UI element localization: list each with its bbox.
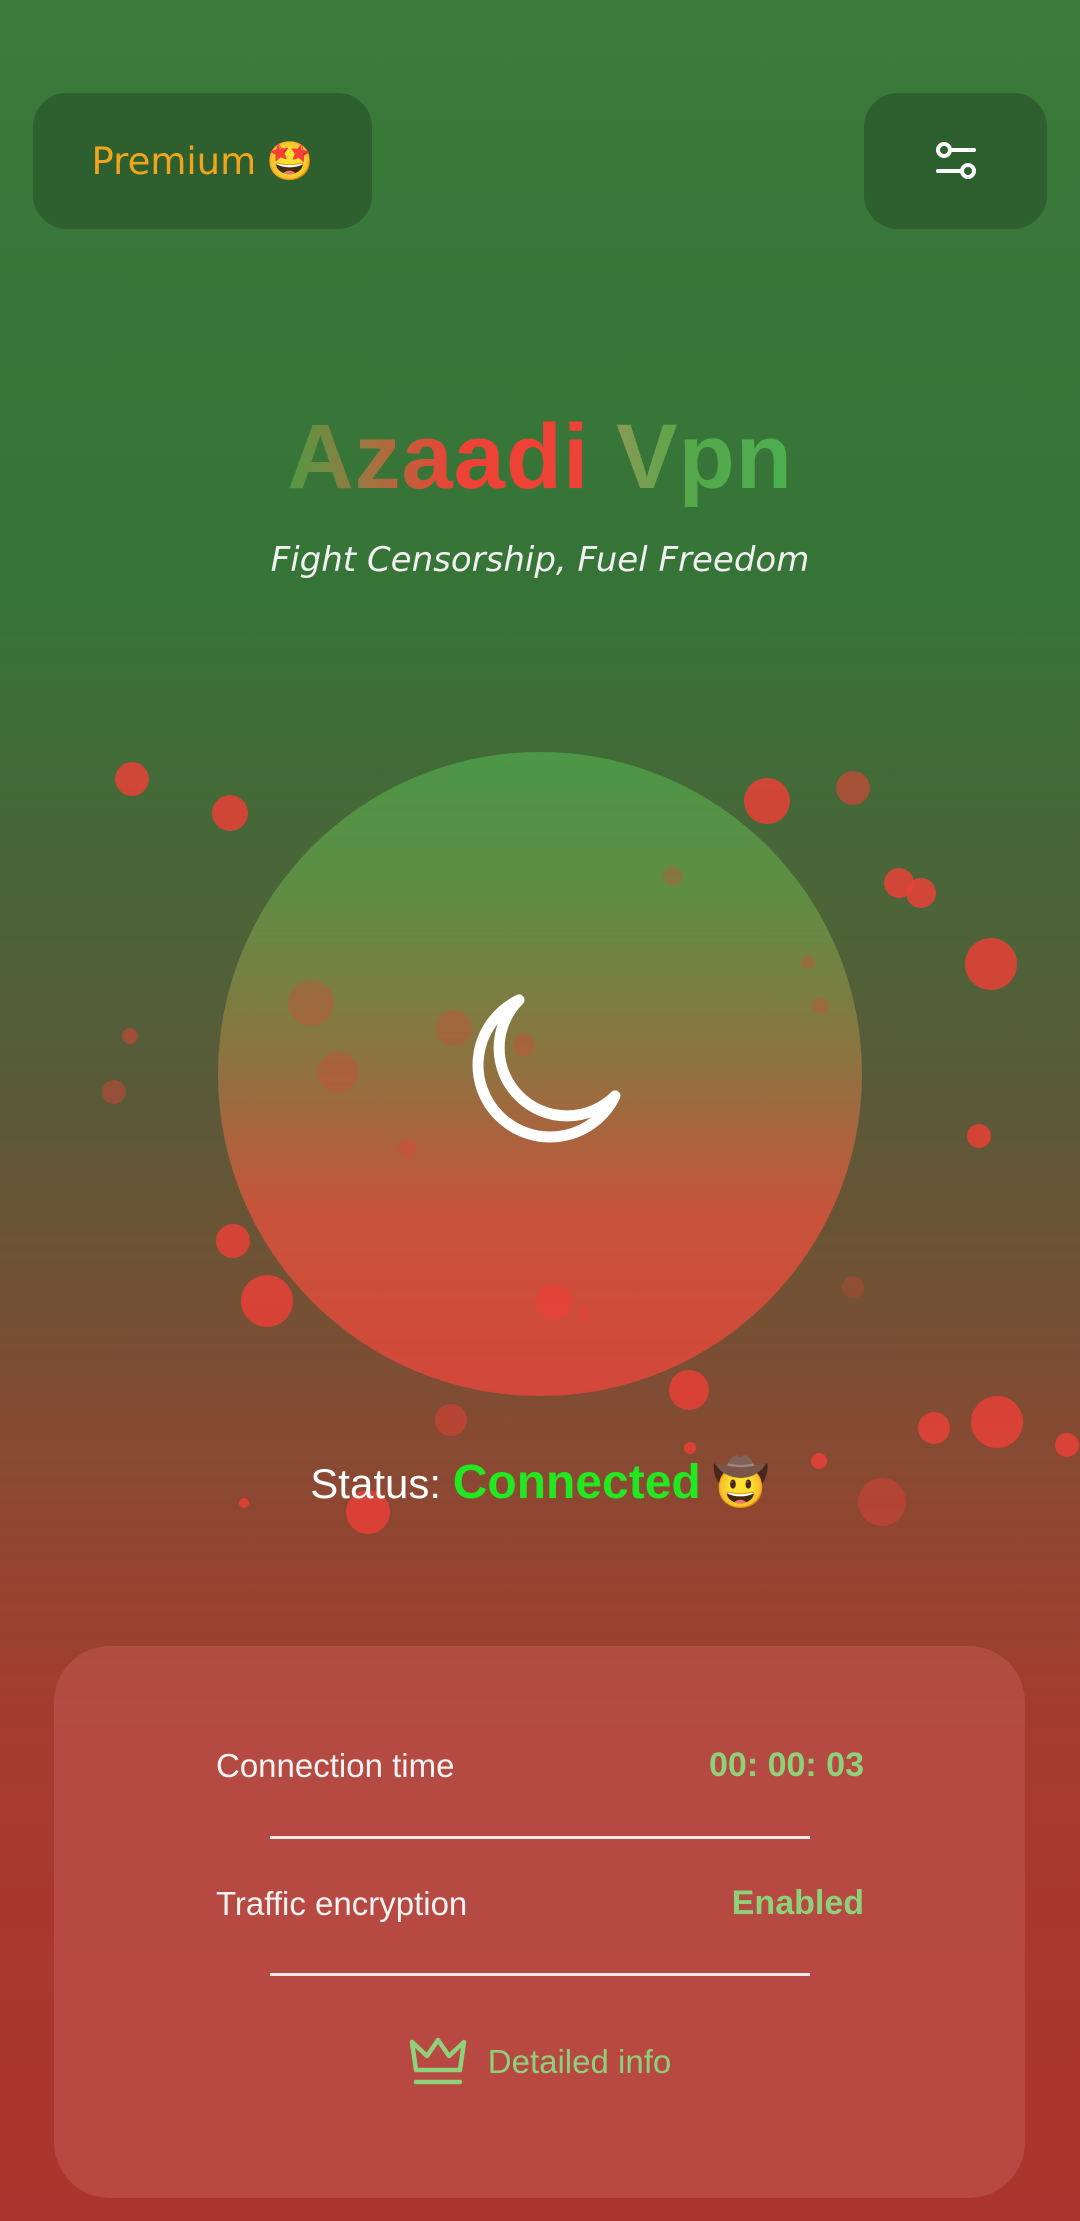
divider — [270, 1836, 810, 1839]
particle — [212, 795, 248, 831]
moon-icon — [472, 994, 621, 1143]
traffic-encryption-label: Traffic encryption — [216, 1884, 468, 1922]
premium-button[interactable]: Premium 🤩 — [33, 93, 372, 229]
particle — [216, 1224, 250, 1258]
particle — [578, 1308, 590, 1320]
divider — [270, 1973, 810, 1976]
particle — [318, 1052, 358, 1092]
crown-icon — [409, 2037, 467, 2085]
sliders-icon — [935, 142, 976, 179]
cowboy-emoji-icon: 🤠 — [712, 1456, 770, 1508]
connection-time-row: Connection time 00: 00: 03 — [216, 1746, 864, 1785]
app-title: Azaadi Vpn — [0, 405, 1080, 510]
app-title-part1: Azaadi — [287, 406, 590, 508]
particle — [842, 1276, 864, 1298]
particle — [241, 1275, 293, 1327]
particle — [435, 1404, 467, 1436]
particle — [801, 955, 815, 969]
particle — [288, 980, 334, 1026]
particle — [122, 1028, 138, 1044]
connection-time-label: Connection time — [216, 1746, 455, 1784]
app-subtitle: Fight Censorship, Fuel Freedom — [270, 540, 810, 580]
particle — [684, 1442, 696, 1454]
app-title-part2: Vpn — [616, 406, 793, 508]
connection-info-card: Connection time 00: 00: 03 Traffic encry… — [54, 1646, 1025, 2198]
premium-label: Premium — [91, 139, 257, 183]
traffic-encryption-value: Enabled — [731, 1884, 864, 1922]
particle — [102, 1080, 126, 1104]
particle — [971, 1396, 1023, 1448]
particle — [812, 998, 828, 1014]
status-value: Connected — [452, 1456, 701, 1509]
status-label: Status: — [310, 1460, 442, 1507]
particle — [744, 778, 790, 824]
particle — [918, 1412, 950, 1444]
particle — [965, 938, 1017, 990]
settings-button[interactable] — [864, 93, 1047, 229]
particle — [398, 1140, 416, 1158]
connection-time-value: 00: 00: 03 — [709, 1746, 864, 1784]
connection-status: Status: Connected 🤠 — [0, 1455, 1080, 1510]
particle — [967, 1124, 991, 1148]
star-struck-emoji-icon: 🤩 — [266, 138, 314, 183]
particle — [536, 1284, 572, 1320]
detailed-info-label: Detailed info — [487, 2043, 672, 2080]
particle — [906, 878, 936, 908]
particle — [836, 771, 870, 805]
traffic-encryption-row: Traffic encryption Enabled — [216, 1884, 864, 1923]
particle — [115, 762, 149, 796]
detailed-info-button[interactable]: Detailed info — [54, 2036, 1025, 2088]
particle — [1055, 1433, 1079, 1457]
connect-button[interactable] — [218, 752, 864, 1396]
particle — [669, 1370, 709, 1410]
particle — [663, 866, 683, 886]
